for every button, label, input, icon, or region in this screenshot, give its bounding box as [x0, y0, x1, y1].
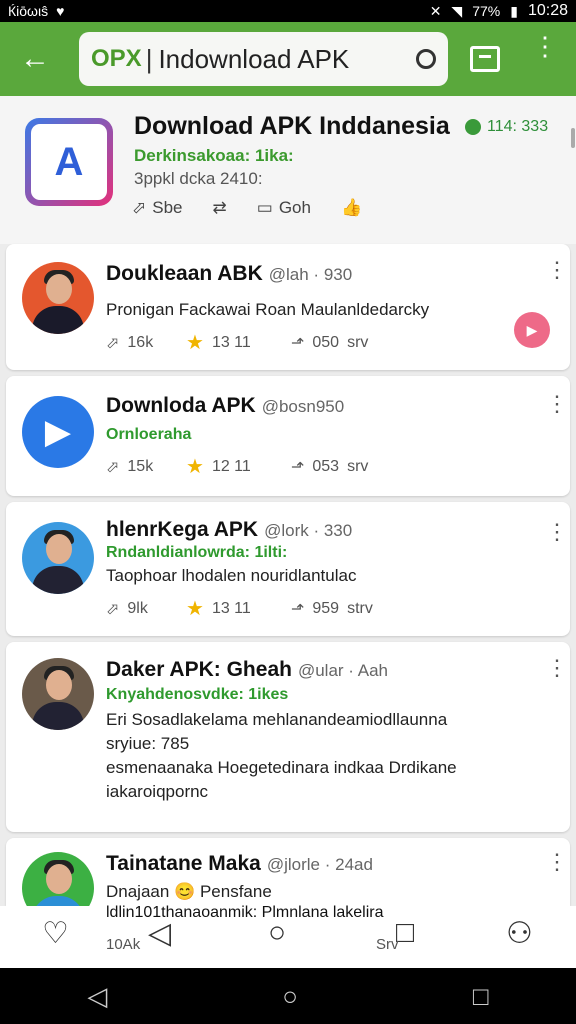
- profile-header: A Download APK Inddanesia 114: 333 Derki…: [0, 96, 576, 244]
- clock: 10:28: [527, 2, 568, 19]
- more-icon[interactable]: ⋮: [546, 851, 568, 873]
- post-subtitle: Ornloeraha: [106, 426, 192, 443]
- search-text[interactable]: Indownload APK: [158, 44, 349, 75]
- share-icon: ⬀: [132, 198, 147, 217]
- carrier-label: Ќiōωιŝ: [8, 3, 49, 19]
- star-action[interactable]: ★ 12 11: [186, 454, 291, 479]
- retweet-icon: ⇄: [212, 198, 227, 217]
- status-badge: 114: 333: [465, 118, 548, 136]
- avatar[interactable]: ▶: [22, 396, 94, 468]
- post-text-line: sryiue: 785: [106, 734, 190, 753]
- profile-icon[interactable]: ⚇: [506, 916, 533, 951]
- post-card[interactable]: Daker APK: Gheah @ular · Aah Knyahdenosvd…: [6, 642, 570, 832]
- app-bar: ← OPX | Indownload APK ⋮: [0, 22, 576, 96]
- tabs-icon[interactable]: [470, 46, 500, 72]
- share-button[interactable]: ⬀ Sbe: [132, 198, 183, 218]
- separator: |: [145, 43, 153, 74]
- comment-action[interactable]: ⬀ 15k: [106, 457, 186, 477]
- back-nav-icon[interactable]: ◁: [87, 981, 107, 1012]
- back-tab-icon[interactable]: ◁: [148, 916, 171, 951]
- comment-action[interactable]: ⬀ 16k: [106, 333, 186, 353]
- more-icon[interactable]: ⋮: [546, 393, 568, 415]
- like-icon: 👍: [340, 198, 363, 217]
- post-stats: ⬀ 16k ★ 13 11 ⬏ 050 srv: [106, 330, 411, 355]
- header-actions: ⬀ Sbe ⇄ ▭ Goh 👍: [132, 198, 362, 218]
- reload-icon[interactable]: [416, 49, 436, 69]
- post-card[interactable]: ▶ Downloda APK @bosn950 Ornloeraha ⬀ 15k ★…: [6, 376, 570, 496]
- post-text-line: iakaroiqpornc: [106, 782, 209, 801]
- more-icon[interactable]: ⋮: [546, 521, 568, 543]
- post-stats: ⬀ 15k ★ 12 11 ⬏ 053 srv: [106, 454, 411, 479]
- post-card[interactable]: Doukleaan ABK @lah · 930 Pronigan Fackawa…: [6, 244, 570, 370]
- avatar[interactable]: [22, 522, 94, 594]
- app-icon: A: [25, 118, 113, 206]
- menu-icon[interactable]: ⋮: [530, 33, 560, 59]
- like-icon[interactable]: ♡: [42, 916, 69, 951]
- share-action[interactable]: ⬏ 053 srv: [291, 457, 411, 477]
- star-icon: ★: [186, 456, 204, 478]
- star-icon: ★: [186, 598, 204, 620]
- post-card[interactable]: Tainatane Maka @jlorle · 24ad Dnajaan 😊 P…: [6, 838, 570, 924]
- share-action[interactable]: ⬏ 050 srv: [291, 333, 411, 353]
- comment-button[interactable]: ▭ Goh: [257, 198, 311, 218]
- avatar[interactable]: [22, 658, 94, 730]
- wifi-icon: ◥: [451, 2, 463, 19]
- post-text: Pronigan Fackawai Roan Maulanldedarcky: [106, 300, 430, 319]
- avatar[interactable]: [22, 262, 94, 334]
- post-author[interactable]: Doukleaan ABK @lah · 930: [106, 262, 352, 286]
- post-subtitle: Knyahdenosvdke: 1ikes: [106, 686, 289, 703]
- home-icon[interactable]: ○: [268, 916, 286, 950]
- system-nav-bar: ◁ ○ □: [0, 968, 576, 1024]
- post-author[interactable]: Tainatane Maka @jlorle · 24ad: [106, 852, 373, 876]
- reply-icon: ⬀: [106, 334, 120, 352]
- share-icon: ⬏: [291, 458, 305, 476]
- post-stats: ⬀ 9lk ★ 13 11 ⬏ 959 strv: [106, 596, 411, 621]
- star-icon: ★: [186, 332, 204, 354]
- header-subtitle: Derkinsakoaa: 1ika:: [134, 146, 294, 165]
- reply-icon: ⬀: [106, 600, 120, 618]
- post-stat-comments: 10Ak: [106, 936, 141, 953]
- share-icon: ⬏: [291, 600, 305, 618]
- bottom-tab-bar: ldlin101thanaoanmik: Plmnlana lakelira ♡…: [0, 904, 576, 968]
- post-text: Eri Sosadlakelama mehlanandeamiodllaunna: [106, 710, 448, 729]
- post-card[interactable]: hlenrKega APK @lork · 330 Rndanldianlowrd…: [6, 502, 570, 636]
- notification-icon: ♥: [56, 3, 65, 19]
- status-bar: Ќiōωιŝ ♥ ✕ ◥ 77% ▮ 10:28: [0, 0, 576, 22]
- header-meta: 3ppkl dcka 2410:: [134, 169, 263, 188]
- post-subtitle: Rndanldianlowrda: 1ilti:: [106, 544, 288, 561]
- post-text-line: esmenaanaka Hoegetedinara indkaa Drdikan…: [106, 758, 457, 777]
- post-text: Dnajaan 😊 Pensfane: [106, 882, 272, 901]
- post-stat-views: Srv: [376, 936, 399, 953]
- play-icon[interactable]: ▶: [514, 312, 550, 348]
- back-icon[interactable]: ←: [0, 22, 70, 96]
- mute-icon: ✕: [429, 2, 442, 19]
- more-icon[interactable]: ⋮: [546, 259, 568, 281]
- page-title: Download APK Inddanesia: [134, 112, 450, 140]
- battery-icon: ▮: [510, 2, 518, 19]
- comment-icon: ▭: [256, 198, 273, 217]
- post-text: Taophoar lhodalen nouridlantulac: [106, 566, 357, 585]
- post-author[interactable]: Downloda APK @bosn950: [106, 394, 344, 418]
- share-action[interactable]: ⬏ 959 strv: [291, 599, 411, 619]
- share-icon: ⬏: [291, 334, 305, 352]
- site-logo: OPX: [91, 45, 142, 72]
- home-nav-icon[interactable]: ○: [282, 981, 298, 1012]
- star-action[interactable]: ★ 13 11: [186, 330, 291, 355]
- star-action[interactable]: ★ 13 11: [186, 596, 291, 621]
- recent-nav-icon[interactable]: □: [473, 981, 489, 1012]
- post-author[interactable]: hlenrKega APK @lork · 330: [106, 518, 352, 542]
- battery-label: 77%: [472, 3, 501, 19]
- scrollbar[interactable]: [571, 128, 575, 148]
- more-icon[interactable]: ⋮: [546, 657, 568, 679]
- reply-icon: ⬀: [106, 458, 120, 476]
- like-button[interactable]: 👍: [341, 198, 362, 218]
- search-box[interactable]: OPX | Indownload APK: [79, 32, 448, 86]
- comment-action[interactable]: ⬀ 9lk: [106, 599, 186, 619]
- retweet-button[interactable]: ⇄: [213, 198, 227, 218]
- post-author[interactable]: Daker APK: Gheah @ular · Aah: [106, 658, 388, 682]
